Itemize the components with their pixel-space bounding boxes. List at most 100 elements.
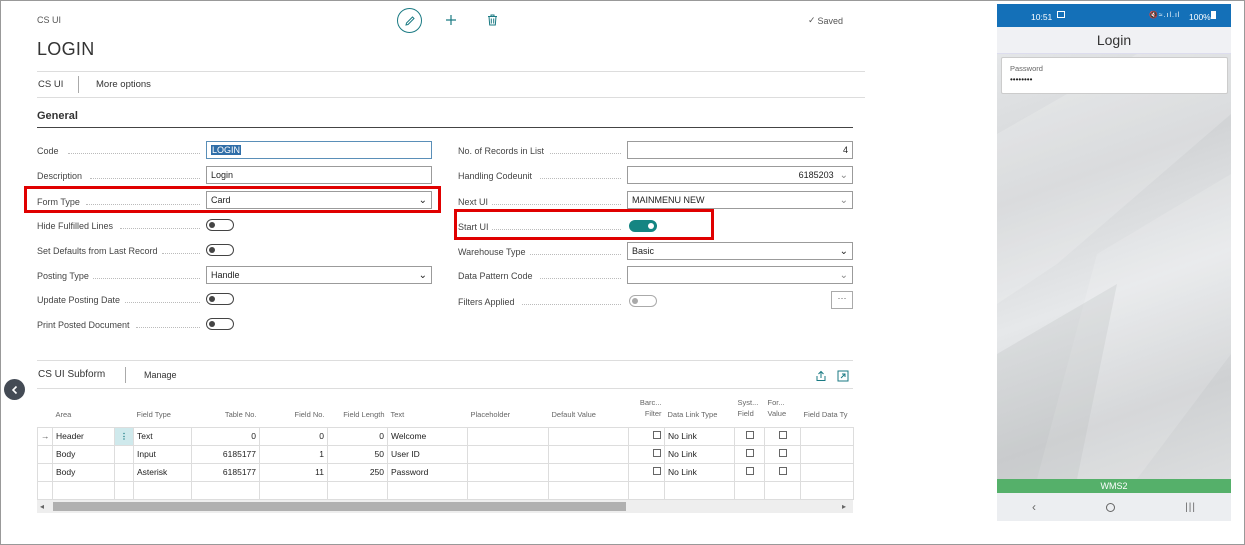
phone-password-field[interactable]: Password •••••••• — [1001, 57, 1228, 94]
add-icon[interactable] — [443, 12, 459, 28]
col-table-no[interactable]: Table No. — [192, 389, 260, 427]
recent-apps-icon[interactable]: ||| — [1185, 502, 1196, 513]
checkbox[interactable] — [653, 431, 661, 439]
cell-field-no[interactable]: 0 — [259, 426, 328, 446]
print-posted-document-toggle[interactable] — [206, 318, 234, 330]
checkbox[interactable] — [745, 449, 754, 457]
cell-field-no[interactable]: 11 — [259, 462, 328, 482]
checkbox[interactable] — [745, 431, 754, 439]
cell-field-type[interactable]: Input — [133, 444, 192, 464]
checkbox[interactable] — [778, 449, 787, 457]
col-data-link-type[interactable]: Data Link Type — [665, 389, 735, 427]
no-of-records-input[interactable]: 4 — [627, 141, 853, 159]
cell-data-link-type[interactable]: No Link — [664, 426, 735, 446]
col-text[interactable]: Text — [388, 389, 468, 427]
row-menu-icon[interactable]: ⋮ — [114, 426, 134, 446]
cell-field-no[interactable]: 1 — [259, 444, 328, 464]
col-field-no[interactable]: Field No. — [260, 389, 328, 427]
cell-table-no[interactable]: 6185177 — [191, 462, 260, 482]
posting-type-select[interactable]: Handle ⌄ — [206, 266, 432, 284]
cell-field-type[interactable]: Asterisk — [133, 462, 192, 482]
subform-title: CS UI Subform — [38, 369, 106, 380]
delete-icon[interactable] — [484, 12, 500, 28]
cell-system-field[interactable] — [734, 444, 765, 464]
checkbox[interactable] — [778, 431, 787, 439]
cell-field-data-type[interactable] — [800, 444, 854, 464]
update-posting-date-toggle[interactable] — [206, 293, 234, 305]
cell-data-link-type[interactable]: No Link — [664, 444, 735, 464]
horizontal-scrollbar[interactable]: ◂ ▸ — [37, 500, 853, 513]
checkbox[interactable] — [653, 467, 661, 475]
description-input[interactable]: Login — [206, 166, 432, 184]
cell-for-value[interactable] — [764, 444, 801, 464]
col-field-length[interactable]: Field Length — [328, 389, 388, 427]
checkbox[interactable] — [745, 467, 754, 475]
cell-table-no[interactable]: 0 — [191, 426, 260, 446]
cell-default-value[interactable] — [548, 426, 629, 446]
col-system-field[interactable]: Syst... Field — [735, 389, 765, 427]
cell-data-link-type[interactable]: No Link — [664, 462, 735, 482]
home-icon[interactable] — [1106, 502, 1116, 512]
cell-placeholder[interactable] — [467, 462, 549, 482]
next-ui-select[interactable]: MAINMENU NEW ⌄ — [627, 191, 853, 209]
cell-field-length[interactable]: 250 — [327, 462, 388, 482]
table-row[interactable]: Body Input 6185177 1 50 User ID No Link — [37, 444, 854, 464]
cell-text[interactable]: User ID — [387, 444, 468, 464]
cell-for-value[interactable] — [764, 462, 801, 482]
filters-applied-toggle[interactable] — [629, 295, 657, 307]
cell-field-length[interactable]: 50 — [327, 444, 388, 464]
cell-area[interactable]: Body — [52, 444, 115, 464]
col-default-value[interactable]: Default Value — [549, 389, 629, 427]
expand-icon[interactable] — [837, 369, 849, 382]
table-row[interactable]: Body Asterisk 6185177 11 250 Password No… — [37, 462, 854, 482]
scroll-right-icon[interactable]: ▸ — [842, 502, 846, 511]
edit-icon[interactable] — [397, 8, 422, 33]
nav-more-options[interactable]: More options — [96, 79, 151, 90]
cell-barcode-filter[interactable] — [628, 462, 665, 482]
cell-default-value[interactable] — [548, 444, 629, 464]
scrollbar-thumb[interactable] — [53, 502, 626, 511]
cell-default-value[interactable] — [548, 462, 629, 482]
warehouse-type-select[interactable]: Basic ⌄ — [627, 242, 853, 260]
cell-field-length[interactable]: 0 — [327, 426, 388, 446]
handling-codeunit-select[interactable]: 6185203 ⌄ — [627, 166, 853, 184]
code-input[interactable]: LOGIN — [206, 141, 432, 159]
nav-cs-ui[interactable]: CS UI — [38, 79, 63, 90]
cell-field-type[interactable]: Text — [133, 426, 192, 446]
cell-field-data-type[interactable] — [800, 426, 854, 446]
chevron-left-icon — [11, 385, 17, 394]
collapse-pane-button[interactable] — [4, 379, 25, 400]
hide-fulfilled-lines-toggle[interactable] — [206, 219, 234, 231]
back-icon[interactable]: ‹ — [1032, 500, 1036, 514]
cell-for-value[interactable] — [764, 426, 801, 446]
share-icon[interactable] — [815, 369, 827, 381]
manage-action[interactable]: Manage — [144, 370, 177, 380]
set-defaults-toggle[interactable] — [206, 244, 234, 256]
scroll-left-icon[interactable]: ◂ — [40, 502, 44, 511]
cell-system-field[interactable] — [734, 462, 765, 482]
col-area[interactable]: Area — [53, 389, 115, 427]
checkbox[interactable] — [653, 449, 661, 457]
cell-text[interactable]: Password — [387, 462, 468, 482]
more-options-icon[interactable]: ··· — [831, 291, 853, 309]
cell-placeholder[interactable] — [467, 426, 549, 446]
col-barcode-filter[interactable]: Barc... Filter — [629, 389, 665, 427]
cell-field-data-type[interactable] — [800, 462, 854, 482]
col-field-data-type[interactable]: Field Data Ty — [801, 389, 854, 427]
posting-type-label: Posting Type — [37, 271, 89, 281]
cell-barcode-filter[interactable] — [628, 444, 665, 464]
table-row[interactable]: → Header ⋮ Text 0 0 0 Welcome No Link — [37, 426, 854, 446]
col-for-value[interactable]: For... Value — [765, 389, 801, 427]
col-field-type[interactable]: Field Type — [134, 389, 192, 427]
table-row-empty[interactable] — [37, 480, 854, 500]
cell-area[interactable]: Body — [52, 462, 115, 482]
col-placeholder[interactable]: Placeholder — [468, 389, 549, 427]
checkbox[interactable] — [778, 467, 787, 475]
cell-area[interactable]: Header — [52, 426, 115, 446]
cell-placeholder[interactable] — [467, 444, 549, 464]
cell-system-field[interactable] — [734, 426, 765, 446]
data-pattern-code-select[interactable]: ⌄ — [627, 266, 853, 284]
cell-text[interactable]: Welcome — [387, 426, 468, 446]
cell-table-no[interactable]: 6185177 — [191, 444, 260, 464]
cell-barcode-filter[interactable] — [628, 426, 665, 446]
